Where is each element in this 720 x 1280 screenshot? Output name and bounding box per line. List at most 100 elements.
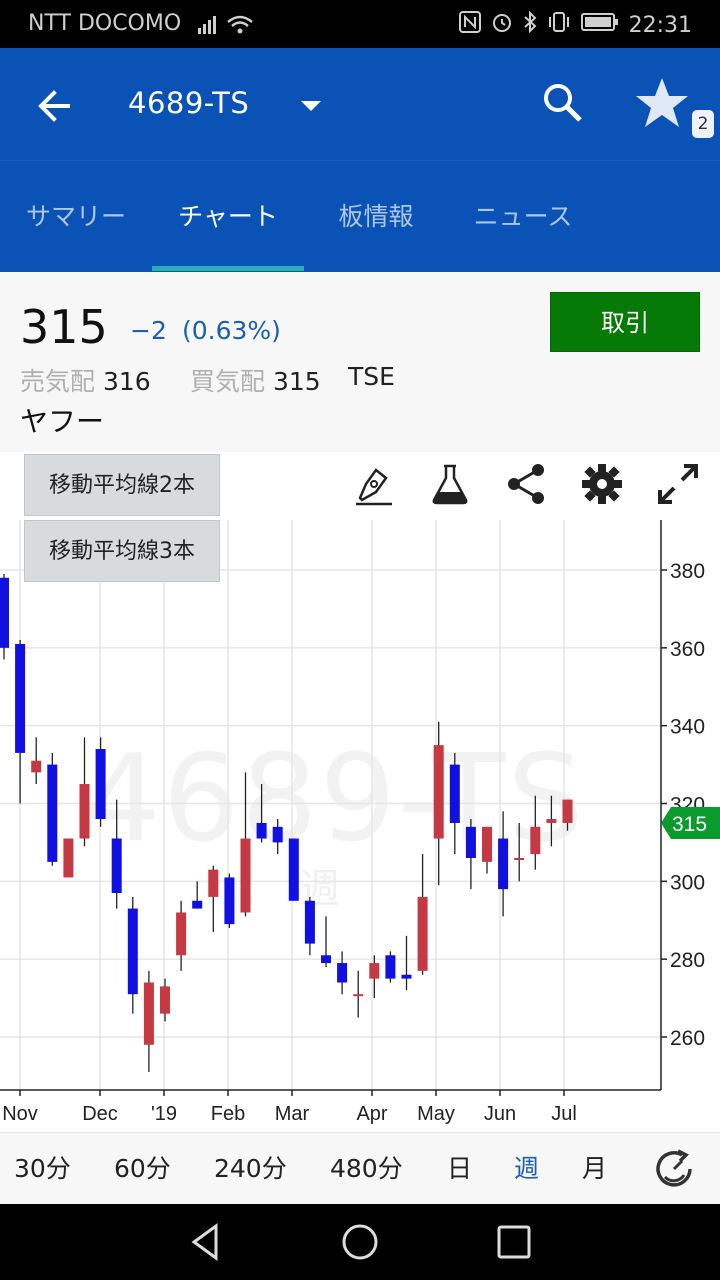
y-tick-label: 340 — [670, 716, 705, 739]
ma-3-lines-button[interactable]: 移動平均線3本 — [24, 520, 220, 582]
search-icon[interactable] — [538, 78, 590, 130]
signal-wifi-icon — [198, 12, 256, 42]
candle-body — [192, 900, 203, 909]
candle-body — [353, 994, 364, 997]
candle-body — [401, 974, 412, 979]
favorite-star-icon[interactable] — [632, 74, 692, 134]
share-icon[interactable] — [504, 462, 548, 506]
last-price-label: 315 — [672, 813, 707, 836]
period-weekly[interactable]: 週 — [514, 1133, 539, 1205]
y-tick-label: 260 — [670, 1027, 705, 1050]
period-monthly[interactable]: 月 — [582, 1133, 607, 1205]
candle-body — [224, 877, 235, 925]
candle-body — [288, 838, 299, 901]
x-tick-label: Jul — [551, 1103, 577, 1125]
candle-body — [31, 760, 42, 773]
y-tick-label: 280 — [670, 949, 705, 972]
settings-gear-icon[interactable] — [580, 462, 624, 506]
nav-recents-icon[interactable] — [494, 1222, 534, 1262]
ticker-title[interactable]: 4689-TS — [128, 86, 249, 120]
nav-home-icon[interactable] — [340, 1222, 380, 1262]
draw-pen-icon[interactable] — [352, 462, 396, 506]
active-tab-indicator — [152, 266, 304, 271]
x-tick-label: Apr — [356, 1103, 387, 1125]
candle-body — [530, 826, 541, 855]
nfc-icon — [458, 11, 481, 39]
y-tick-label: 300 — [670, 871, 705, 894]
candle-body — [15, 643, 26, 753]
candle-body — [562, 799, 573, 823]
status-bar: NTT DOCOMO 22:31 — [0, 0, 720, 48]
bluetooth-icon — [523, 10, 537, 39]
period-240min[interactable]: 240分 — [214, 1133, 287, 1205]
carrier-name: NTT DOCOMO — [28, 11, 182, 36]
system-nav-bar — [0, 1204, 720, 1280]
candle-body — [337, 963, 348, 983]
x-tick-label: Dec — [82, 1103, 118, 1125]
price-change: −2 — [130, 316, 167, 345]
price-change-percent: (0.63%) — [182, 316, 281, 345]
trade-button[interactable]: 取引 — [550, 292, 700, 352]
candle-body — [143, 982, 154, 1045]
period-60min[interactable]: 60分 — [114, 1133, 171, 1205]
candle-body — [433, 745, 444, 839]
y-tick-label: 380 — [670, 560, 705, 583]
quote-panel: 315 −2 (0.63%) 取引 売気配 316 買気配 315 TSE ヤフ… — [0, 272, 720, 452]
fullscreen-icon[interactable] — [656, 462, 700, 506]
app-bar: 4689-TS 2 — [0, 48, 720, 160]
period-480min[interactable]: 480分 — [330, 1133, 403, 1205]
candle-body — [321, 955, 331, 964]
candle-body — [498, 838, 509, 890]
candle-body — [514, 857, 525, 860]
ma-2-lines-button[interactable]: 移動平均線2本 — [24, 454, 220, 516]
candle-body — [127, 908, 138, 995]
back-arrow-icon[interactable] — [30, 80, 82, 132]
x-tick-label: Feb — [211, 1103, 245, 1125]
favorites-count-badge: 2 — [692, 110, 714, 138]
y-tick-label: 360 — [670, 638, 705, 661]
tab-bar: サマリー チャート 板情報 ニュース — [0, 160, 720, 272]
x-tick-label: '19 — [151, 1103, 177, 1125]
candle-body — [385, 955, 396, 979]
battery-icon — [580, 12, 619, 38]
candle-body — [176, 912, 187, 956]
candle-body — [79, 784, 90, 839]
ask-quote: 売気配 316 — [20, 362, 151, 398]
company-name: ヤフー — [20, 405, 105, 438]
nav-back-icon[interactable] — [186, 1222, 226, 1262]
candle-body — [256, 822, 267, 839]
candle-body — [95, 749, 106, 820]
ask-label: 売気配 — [20, 367, 96, 396]
candle-body — [465, 826, 476, 858]
candle-body — [449, 764, 460, 823]
alarm-icon — [491, 11, 513, 39]
tab-summary[interactable]: サマリー — [0, 161, 152, 273]
candle-body — [0, 577, 9, 648]
auto-refresh-icon[interactable] — [652, 1147, 696, 1191]
candle-body — [417, 896, 428, 971]
clock-time: 22:31 — [628, 12, 692, 38]
period-30min[interactable]: 30分 — [14, 1133, 71, 1205]
period-daily[interactable]: 日 — [447, 1133, 472, 1205]
bid-value: 315 — [272, 367, 321, 396]
candle-body — [272, 826, 283, 843]
exchange-code: TSE — [348, 362, 395, 391]
flask-icon[interactable] — [428, 462, 472, 506]
x-tick-label: Jun — [484, 1103, 516, 1125]
x-tick-label: Mar — [275, 1103, 310, 1125]
candle-body — [111, 838, 122, 894]
x-tick-label: Nov — [2, 1103, 38, 1125]
chevron-down-icon[interactable] — [296, 92, 326, 122]
candle-body — [369, 963, 380, 979]
tab-chart[interactable]: チャート — [152, 161, 304, 273]
candle-body — [240, 838, 251, 913]
tab-news[interactable]: ニュース — [448, 161, 598, 273]
tab-order-book[interactable]: 板情報 — [304, 161, 448, 273]
candle-body — [160, 986, 170, 1014]
candle-body — [208, 869, 219, 897]
vibrate-icon — [547, 11, 571, 39]
bid-label: 買気配 — [190, 367, 266, 396]
candle-body — [63, 838, 74, 878]
ask-value: 316 — [102, 367, 151, 396]
x-tick-label: May — [417, 1103, 455, 1125]
